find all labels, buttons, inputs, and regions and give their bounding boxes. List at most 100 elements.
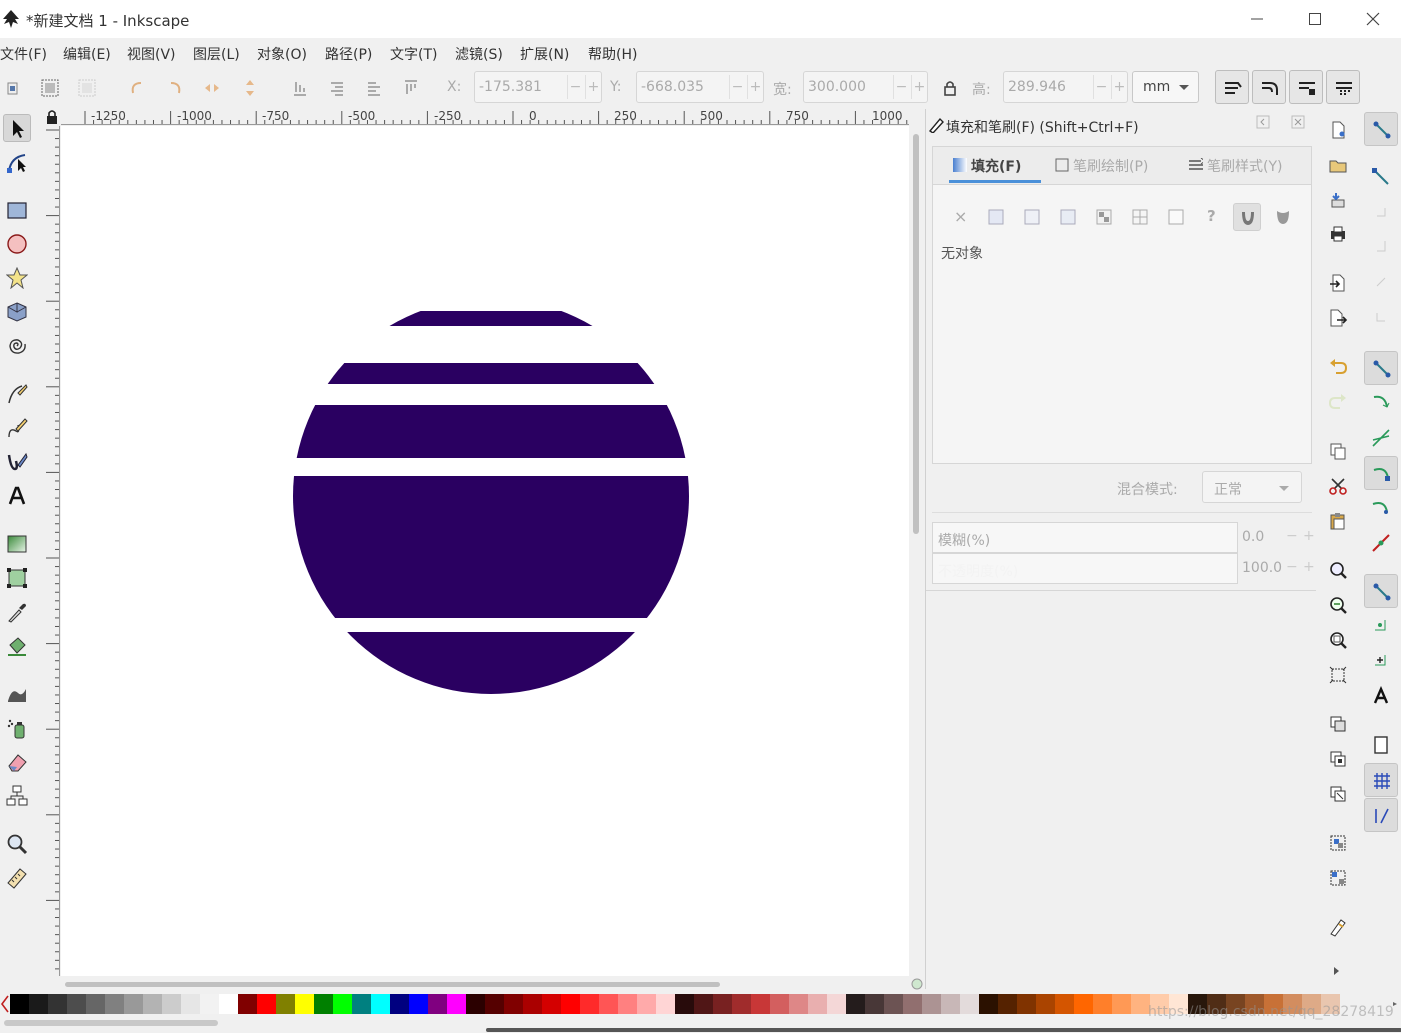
rotate-cw-icon[interactable]: [165, 78, 185, 98]
color-swatch[interactable]: [1017, 994, 1036, 1014]
tweak-tool[interactable]: [3, 680, 31, 708]
snap-smooth-button[interactable]: [1364, 491, 1398, 525]
x-decrement[interactable]: −: [567, 75, 583, 99]
palette-scroll-left-icon[interactable]: [0, 994, 10, 1014]
blur-track[interactable]: 模糊(%): [932, 522, 1238, 553]
menu-view[interactable]: 视图(V): [127, 44, 176, 64]
clone-icon[interactable]: [1328, 749, 1348, 769]
color-swatch[interactable]: [675, 994, 694, 1014]
color-swatch[interactable]: [827, 994, 846, 1014]
scale-stroke-button[interactable]: [1215, 70, 1249, 104]
snap-midpoint-button[interactable]: [1364, 526, 1398, 560]
color-swatch[interactable]: [314, 994, 333, 1014]
striped-circle[interactable]: [281, 311, 701, 702]
blur-slider[interactable]: 模糊(%) 0.0 − +: [932, 522, 1315, 553]
unit-select[interactable]: mm: [1132, 71, 1199, 103]
paint-pattern-button[interactable]: [1126, 203, 1154, 231]
height-decrement[interactable]: −: [1093, 75, 1109, 99]
color-swatch[interactable]: [67, 994, 86, 1014]
color-swatch[interactable]: [124, 994, 143, 1014]
color-swatch[interactable]: [542, 994, 561, 1014]
color-swatch[interactable]: [561, 994, 580, 1014]
selector-tool[interactable]: [3, 114, 31, 142]
blur-decrement[interactable]: −: [1286, 528, 1298, 544]
width-increment[interactable]: +: [911, 75, 927, 99]
flip-horizontal-icon[interactable]: [202, 78, 222, 98]
color-swatch[interactable]: [390, 994, 409, 1014]
color-swatch[interactable]: [352, 994, 371, 1014]
y-increment[interactable]: +: [747, 75, 763, 99]
paint-mesh-button[interactable]: [1090, 203, 1118, 231]
stripe[interactable]: [281, 363, 701, 384]
transform-patterns-button[interactable]: [1326, 70, 1360, 104]
tab-stroke-style[interactable]: 笔刷样式(Y): [1189, 147, 1299, 183]
close-button[interactable]: [1344, 0, 1401, 38]
menu-object[interactable]: 对象(O): [257, 44, 307, 64]
vertical-scrollbar[interactable]: [909, 126, 925, 976]
paint-none-button[interactable]: ×: [946, 203, 974, 231]
open-icon[interactable]: [1328, 155, 1348, 175]
height-field[interactable]: 289.946 − +: [1003, 71, 1128, 103]
import-icon[interactable]: [1328, 273, 1348, 293]
color-swatch[interactable]: [922, 994, 941, 1014]
color-swatch[interactable]: [504, 994, 523, 1014]
menu-path[interactable]: 路径(P): [325, 44, 372, 64]
menu-file[interactable]: 文件(F): [0, 44, 47, 64]
snap-grids-button[interactable]: [1364, 763, 1398, 797]
snap-bbox-button[interactable]: [1364, 160, 1398, 194]
snap-text-baseline-button[interactable]: [1364, 679, 1398, 713]
color-swatch[interactable]: [732, 994, 751, 1014]
color-swatch[interactable]: [751, 994, 770, 1014]
color-swatch[interactable]: [276, 994, 295, 1014]
snap-intersections-button[interactable]: [1364, 421, 1398, 455]
print-icon[interactable]: [1328, 224, 1348, 244]
stripe[interactable]: [281, 311, 701, 326]
dock-iconify-icon[interactable]: [1256, 115, 1270, 129]
height-increment[interactable]: +: [1111, 75, 1127, 99]
redo-icon[interactable]: [1328, 392, 1348, 412]
color-swatch[interactable]: [371, 994, 390, 1014]
opacity-increment[interactable]: +: [1303, 559, 1315, 575]
rect-tool[interactable]: [3, 196, 31, 224]
gradient-tool[interactable]: [3, 530, 31, 558]
maximize-button[interactable]: [1286, 0, 1344, 38]
group-icon[interactable]: [1328, 833, 1348, 853]
horizontal-ruler[interactable]: -1250 -1000 -750 -500 -250 0 250 500 750…: [61, 109, 909, 125]
ungroup-icon[interactable]: [1328, 868, 1348, 888]
select-all-icon[interactable]: [4, 78, 24, 98]
menu-layer[interactable]: 图层(L): [193, 44, 240, 64]
color-swatch[interactable]: [105, 994, 124, 1014]
transform-gradients-button[interactable]: [1289, 70, 1323, 104]
tab-fill[interactable]: 填充(F): [949, 147, 1041, 183]
blend-mode-select[interactable]: 正常: [1202, 471, 1302, 503]
snap-bbox-center-button[interactable]: [1364, 300, 1398, 334]
color-swatch[interactable]: [865, 994, 884, 1014]
snap-bbox-midpoint-button[interactable]: [1364, 265, 1398, 299]
horizontal-scrollbar[interactable]: [61, 976, 909, 990]
color-swatch[interactable]: [979, 994, 998, 1014]
color-swatch[interactable]: [409, 994, 428, 1014]
color-swatch[interactable]: [238, 994, 257, 1014]
new-document-icon[interactable]: [1328, 120, 1348, 140]
3dbox-tool[interactable]: [3, 298, 31, 326]
menu-text[interactable]: 文字(T): [390, 44, 437, 64]
color-swatch[interactable]: [1055, 994, 1074, 1014]
snap-cusp-button[interactable]: [1364, 456, 1398, 490]
scale-corners-button[interactable]: [1252, 70, 1286, 104]
color-swatch[interactable]: [713, 994, 732, 1014]
color-swatch[interactable]: [618, 994, 637, 1014]
spiral-tool[interactable]: [3, 332, 31, 360]
color-swatch[interactable]: [428, 994, 447, 1014]
color-swatch[interactable]: [143, 994, 162, 1014]
color-swatch[interactable]: [580, 994, 599, 1014]
color-swatch[interactable]: [846, 994, 865, 1014]
eraser-tool[interactable]: [3, 748, 31, 776]
star-tool[interactable]: [3, 264, 31, 292]
width-decrement[interactable]: −: [893, 75, 909, 99]
color-swatch[interactable]: [1112, 994, 1131, 1014]
color-swatch[interactable]: [200, 994, 219, 1014]
opacity-slider[interactable]: 不透明度(%) 100.0 − +: [932, 553, 1315, 584]
copy-icon[interactable]: [1328, 441, 1348, 461]
vertical-ruler[interactable]: [44, 126, 60, 976]
color-swatch[interactable]: [998, 994, 1017, 1014]
